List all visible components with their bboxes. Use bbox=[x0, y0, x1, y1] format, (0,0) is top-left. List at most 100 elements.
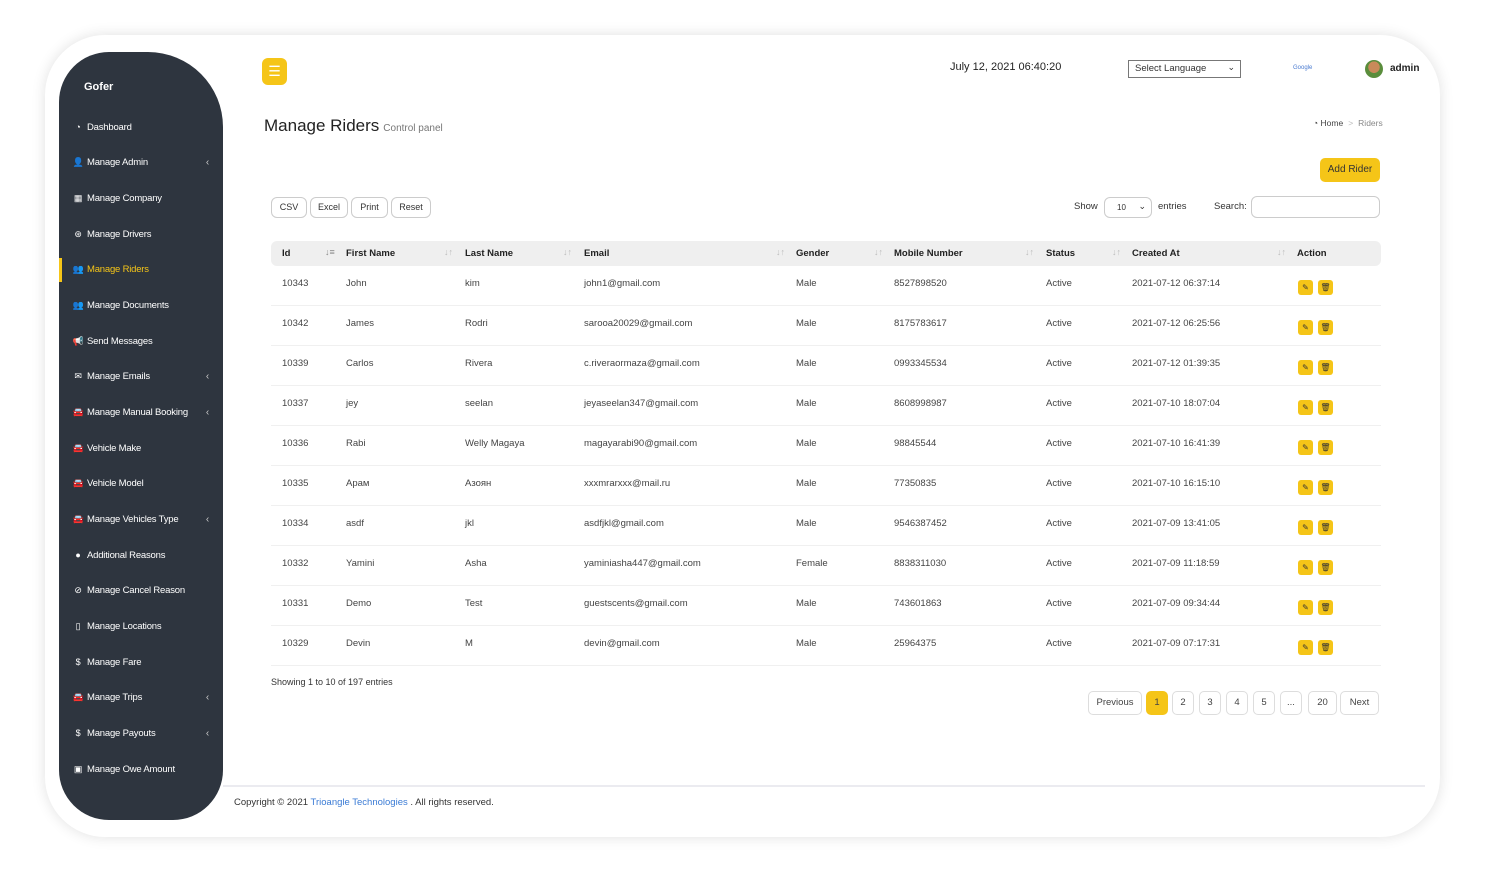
delete-icon[interactable]: 🗑 bbox=[1318, 360, 1333, 375]
cell-id: 10339 bbox=[282, 358, 309, 369]
sidebar-item-additional-reasons[interactable]: ● Additional Reasons bbox=[59, 543, 223, 567]
delete-icon[interactable]: 🗑 bbox=[1318, 480, 1333, 495]
excel-button[interactable]: Excel bbox=[310, 197, 348, 218]
sort-icon[interactable]: ↓↑ bbox=[1112, 247, 1121, 257]
sidebar-item-manage-manual-booking[interactable]: 🚘 Manage Manual Booking ‹ bbox=[59, 400, 223, 424]
cell-gender: Male bbox=[796, 478, 817, 489]
edit-icon[interactable]: ✎ bbox=[1298, 280, 1313, 295]
ban-icon: ⊘ bbox=[74, 585, 82, 596]
cell-mobile-number: 8838311030 bbox=[894, 558, 947, 569]
previous-page-button[interactable]: Previous bbox=[1088, 691, 1142, 715]
sidebar-item-manage-trips[interactable]: 🚘 Manage Trips ‹ bbox=[59, 686, 223, 710]
sort-icon[interactable]: ↓↑ bbox=[1277, 247, 1286, 257]
sort-icon[interactable]: ↓↑ bbox=[874, 247, 883, 257]
page-button[interactable]: 20 bbox=[1308, 691, 1337, 715]
sidebar-item-vehicle-model[interactable]: 🚘 Vehicle Model bbox=[59, 472, 223, 496]
sort-icon[interactable]: ↓↑ bbox=[1025, 247, 1034, 257]
cell-id: 10342 bbox=[282, 318, 309, 329]
edit-icon[interactable]: ✎ bbox=[1298, 560, 1313, 575]
search-input[interactable] bbox=[1251, 196, 1380, 218]
sidebar-item-manage-emails[interactable]: ✉ Manage Emails ‹ bbox=[59, 365, 223, 389]
cell-first-name: Rabi bbox=[346, 438, 366, 449]
chevron-down-icon: ⌄ bbox=[1227, 62, 1235, 72]
envelope-icon: ✉ bbox=[74, 371, 82, 382]
column-header-first-name[interactable]: First Name bbox=[346, 248, 395, 259]
delete-icon[interactable]: 🗑 bbox=[1318, 320, 1333, 335]
column-header-gender[interactable]: Gender bbox=[796, 248, 829, 259]
edit-icon[interactable]: ✎ bbox=[1298, 360, 1313, 375]
sidebar-item-manage-owe-amount[interactable]: ▣ Manage Owe Amount bbox=[59, 757, 223, 781]
column-header-status[interactable]: Status bbox=[1046, 248, 1075, 259]
sidebar-item-manage-payouts[interactable]: $ Manage Payouts ‹ bbox=[59, 721, 223, 745]
sidebar-item-send-messages[interactable]: 📢 Send Messages bbox=[59, 329, 223, 353]
column-header-action: Action bbox=[1297, 248, 1327, 259]
sidebar-item-manage-fare[interactable]: $ Manage Fare bbox=[59, 650, 223, 674]
print-button[interactable]: Print bbox=[351, 197, 388, 218]
cell-created-at: 2021-07-12 01:39:35 bbox=[1132, 358, 1221, 369]
edit-icon[interactable]: ✎ bbox=[1298, 600, 1313, 615]
edit-icon[interactable]: ✎ bbox=[1298, 480, 1313, 495]
column-header-last-name[interactable]: Last Name bbox=[465, 248, 513, 259]
cell-last-name: jkl bbox=[465, 518, 474, 529]
sidebar-item-dashboard[interactable]: ◔ Dashboard bbox=[59, 115, 223, 139]
page-button[interactable]: 4 bbox=[1226, 691, 1248, 715]
add-rider-button[interactable]: Add Rider bbox=[1320, 158, 1380, 182]
language-select[interactable]: Select Language ⌄ bbox=[1128, 60, 1241, 78]
cell-gender: Male bbox=[796, 358, 817, 369]
table-row: 10331 Demo Test guestscents@gmail.com Male 74… bbox=[271, 586, 1381, 626]
users-icon: 👥 bbox=[72, 299, 84, 310]
delete-icon[interactable]: 🗑 bbox=[1318, 280, 1333, 295]
column-header-id[interactable]: Id bbox=[282, 248, 290, 259]
entries-select[interactable]: 10 ⌄ bbox=[1104, 197, 1152, 218]
sidebar-item-vehicle-make[interactable]: 🚘 Vehicle Make bbox=[59, 436, 223, 460]
cell-email: john1@gmail.com bbox=[584, 278, 661, 289]
sidebar-item-label: Send Messages bbox=[87, 335, 153, 347]
delete-icon[interactable]: 🗑 bbox=[1318, 600, 1333, 615]
car-icon: 🚘 bbox=[72, 692, 84, 703]
column-header-email[interactable]: Email bbox=[584, 248, 609, 259]
page-button[interactable]: 5 bbox=[1253, 691, 1275, 715]
edit-icon[interactable]: ✎ bbox=[1298, 640, 1313, 655]
edit-icon[interactable]: ✎ bbox=[1298, 320, 1313, 335]
footer-divider bbox=[223, 785, 1425, 787]
sidebar-item-manage-documents[interactable]: 👥 Manage Documents bbox=[59, 293, 223, 317]
user-name[interactable]: admin bbox=[1390, 63, 1419, 74]
delete-icon[interactable]: 🗑 bbox=[1318, 560, 1333, 575]
sidebar-item-manage-admin[interactable]: 👤 Manage Admin ‹ bbox=[59, 151, 223, 175]
entries-value: 10 bbox=[1117, 203, 1126, 212]
delete-icon[interactable]: 🗑 bbox=[1318, 640, 1333, 655]
avatar[interactable] bbox=[1365, 60, 1383, 78]
page-button[interactable]: 2 bbox=[1172, 691, 1194, 715]
sidebar-item-label: Manage Emails bbox=[87, 371, 150, 383]
delete-icon[interactable]: 🗑 bbox=[1318, 520, 1333, 535]
column-header-created-at[interactable]: Created At bbox=[1132, 248, 1180, 259]
reset-button[interactable]: Reset bbox=[391, 197, 431, 218]
sidebar-item-manage-locations[interactable]: ▯ Manage Locations bbox=[59, 614, 223, 638]
edit-icon[interactable]: ✎ bbox=[1298, 400, 1313, 415]
edit-icon[interactable]: ✎ bbox=[1298, 440, 1313, 455]
sidebar-item-manage-drivers[interactable]: ⊛ Manage Drivers bbox=[59, 222, 223, 246]
next-page-button[interactable]: Next bbox=[1340, 691, 1379, 715]
menu-toggle-button[interactable]: ☰ bbox=[262, 58, 287, 85]
sort-icon[interactable]: ↓↑ bbox=[563, 247, 572, 257]
cell-id: 10334 bbox=[282, 518, 309, 529]
delete-icon[interactable]: 🗑 bbox=[1318, 400, 1333, 415]
sidebar-item-manage-vehicles-type[interactable]: 🚘 Manage Vehicles Type ‹ bbox=[59, 507, 223, 531]
company-link[interactable]: Trioangle Technologies bbox=[311, 797, 408, 808]
page-title-text: Manage Riders bbox=[264, 116, 380, 135]
sidebar-item-manage-company[interactable]: ▦ Manage Company bbox=[59, 186, 223, 210]
delete-icon[interactable]: 🗑 bbox=[1318, 440, 1333, 455]
sort-icon[interactable]: ↓↑ bbox=[776, 247, 785, 257]
cell-created-at: 2021-07-09 13:41:05 bbox=[1132, 518, 1221, 529]
sidebar-item-manage-cancel-reason[interactable]: ⊘ Manage Cancel Reason bbox=[59, 579, 223, 603]
users-icon: 👥 bbox=[72, 264, 84, 275]
sort-icon[interactable]: ↓↑ bbox=[444, 247, 453, 257]
edit-icon[interactable]: ✎ bbox=[1298, 520, 1313, 535]
sort-icon[interactable]: ↓≡ bbox=[325, 247, 335, 257]
sidebar-item-manage-riders[interactable]: 👥 Manage Riders bbox=[59, 257, 223, 282]
page-button[interactable]: 1 bbox=[1146, 691, 1168, 715]
csv-button[interactable]: CSV bbox=[271, 197, 307, 218]
page-button[interactable]: 3 bbox=[1199, 691, 1221, 715]
breadcrumb-home[interactable]: Home bbox=[1321, 118, 1344, 128]
column-header-mobile-number[interactable]: Mobile Number bbox=[894, 248, 963, 259]
